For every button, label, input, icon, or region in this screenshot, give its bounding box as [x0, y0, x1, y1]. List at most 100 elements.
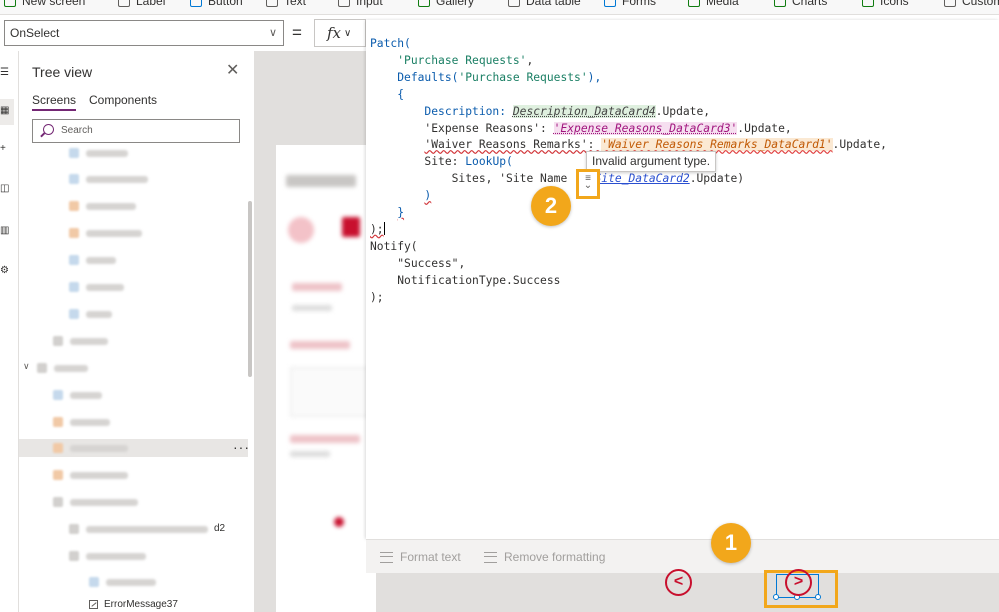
tree-view-panel: Tree view ✕ Screens Components Search ∨ …: [19, 51, 254, 612]
code-token: );: [370, 222, 384, 236]
code-token: .Update,: [832, 138, 887, 152]
tree-item[interactable]: [69, 305, 112, 323]
control-icon: [89, 577, 99, 587]
error-marker-highlight[interactable]: ≡ ⌄: [576, 169, 600, 199]
ribbon-new-screen[interactable]: New screen: [4, 0, 85, 8]
more-options-icon[interactable]: ···: [233, 439, 250, 455]
ribbon-charts[interactable]: Charts: [774, 0, 827, 8]
code-token: .Update,: [737, 121, 792, 135]
tree-search-input[interactable]: Search: [32, 119, 240, 143]
insert-ribbon: New screen Label Button Text Input Galle…: [0, 0, 999, 15]
callout-badge-2: 2: [531, 186, 571, 226]
menu-icon[interactable]: ☰: [0, 67, 10, 79]
preview-text-blur: [290, 435, 360, 443]
property-value: OnSelect: [10, 26, 60, 40]
custom-icon: [944, 0, 956, 7]
code-token: 'Waiver Reasons Remarks_DataCard1': [601, 138, 833, 152]
code-token: ,: [458, 256, 466, 270]
tree-item[interactable]: [69, 170, 148, 188]
property-dropdown[interactable]: OnSelect ∨: [4, 20, 284, 46]
tree-item[interactable]: [89, 573, 156, 591]
ribbon-data-table[interactable]: Data table: [508, 0, 581, 8]
code-token: Description:: [424, 104, 513, 118]
tree-item[interactable]: [53, 466, 128, 484]
tree-item-label: [86, 310, 112, 318]
remove-formatting-button[interactable]: Remove formatting: [484, 550, 605, 564]
control-icon: [53, 497, 63, 507]
ribbon-text[interactable]: Text: [266, 0, 306, 8]
data-icon[interactable]: ◫: [0, 183, 10, 195]
code-token: 'Expense Reasons_DataCard3': [553, 121, 738, 135]
editor-footer: Format text Remove formatting: [366, 539, 999, 573]
left-rail: ☰ ▦ + ◫ ▥ ⚙: [0, 51, 19, 612]
code-token: Description_DataCard4: [512, 104, 656, 118]
format-text-button[interactable]: Format text: [380, 550, 461, 564]
code-token: LookUp(: [465, 155, 513, 169]
tree-item-label: [86, 552, 146, 560]
tab-components[interactable]: Components: [89, 93, 157, 107]
close-icon[interactable]: ✕: [226, 63, 239, 79]
tree-item-label: ErrorMessage37: [104, 599, 178, 610]
tree-item-label: [70, 391, 102, 399]
format-text-label: Format text: [400, 550, 461, 564]
code-token: .Update,: [655, 104, 711, 118]
resize-handle[interactable]: [773, 594, 779, 600]
tree-item-label: [86, 283, 124, 291]
tree-item[interactable]: [69, 251, 116, 269]
input-icon: [338, 0, 350, 7]
tree-item-label: [70, 418, 110, 426]
code-token: Site:: [424, 155, 466, 169]
tree-item[interactable]: [53, 386, 102, 404]
code-token: Notify(: [370, 239, 418, 253]
tree-item[interactable]: [53, 493, 138, 511]
formula-editor[interactable]: Patch( 'Purchase Requests', Defaults('Pu…: [366, 20, 999, 539]
code-token: Site_DataCard2: [594, 172, 690, 186]
tree-item[interactable]: [69, 197, 136, 215]
chevron-down-icon: ∨: [268, 27, 277, 39]
tree-item-label: [70, 337, 108, 345]
code-token: "Success": [397, 256, 459, 270]
next-arrow-icon[interactable]: >: [785, 569, 812, 596]
tree-item-label: [70, 498, 138, 506]
preview-text-blur: [290, 341, 350, 349]
screen-preview: [276, 145, 376, 612]
code-token: 'Expense Reasons':: [424, 121, 554, 135]
preview-text-blur: [290, 451, 330, 457]
ribbon-input[interactable]: Input: [338, 0, 383, 8]
tree-item[interactable]: [37, 359, 88, 377]
tree-item[interactable]: [53, 332, 108, 350]
tree-item[interactable]: [69, 278, 124, 296]
code-token: );: [370, 290, 384, 304]
error-squiggle-icon: ≡ ⌄: [583, 173, 593, 191]
tree-item[interactable]: [69, 144, 128, 162]
tree-item[interactable]: [69, 547, 146, 565]
tree-view-icon[interactable]: ▦: [0, 105, 10, 117]
ribbon-custom[interactable]: Custom: [944, 0, 999, 8]
code-token: 'Purchase Requests': [458, 70, 588, 84]
power-apps-studio: New screen Label Button Text Input Galle…: [0, 0, 999, 612]
tree-item[interactable]: [69, 224, 142, 242]
ribbon-media[interactable]: Media: [688, 0, 739, 8]
ribbon-label[interactable]: Label: [118, 0, 165, 8]
advanced-tools-icon[interactable]: ⚙: [0, 265, 10, 277]
tree-item-label: [70, 444, 128, 452]
tree-item-label: [86, 175, 148, 183]
tree-item[interactable]: [53, 413, 110, 431]
ribbon-icons[interactable]: Icons: [862, 0, 909, 8]
ribbon-forms[interactable]: Forms: [604, 0, 656, 8]
tree-item[interactable]: [69, 520, 208, 538]
insert-icon[interactable]: +: [0, 143, 10, 155]
previous-arrow-icon[interactable]: <: [665, 569, 692, 596]
fx-button[interactable]: fx ∨: [314, 19, 366, 47]
tree-item-selected[interactable]: [19, 439, 248, 457]
control-icon: [53, 336, 63, 346]
tab-screens[interactable]: Screens: [32, 93, 77, 111]
tree-item-error-message[interactable]: ErrorMessage37: [89, 599, 178, 610]
tree-scrollbar[interactable]: [248, 201, 252, 377]
resize-handle[interactable]: [815, 594, 821, 600]
ribbon-gallery[interactable]: Gallery: [418, 0, 474, 8]
media-rail-icon[interactable]: ▥: [0, 225, 10, 237]
ribbon-button[interactable]: Button: [190, 0, 243, 8]
control-icon: [53, 443, 63, 453]
chevron-down-icon[interactable]: ∨: [23, 361, 30, 372]
